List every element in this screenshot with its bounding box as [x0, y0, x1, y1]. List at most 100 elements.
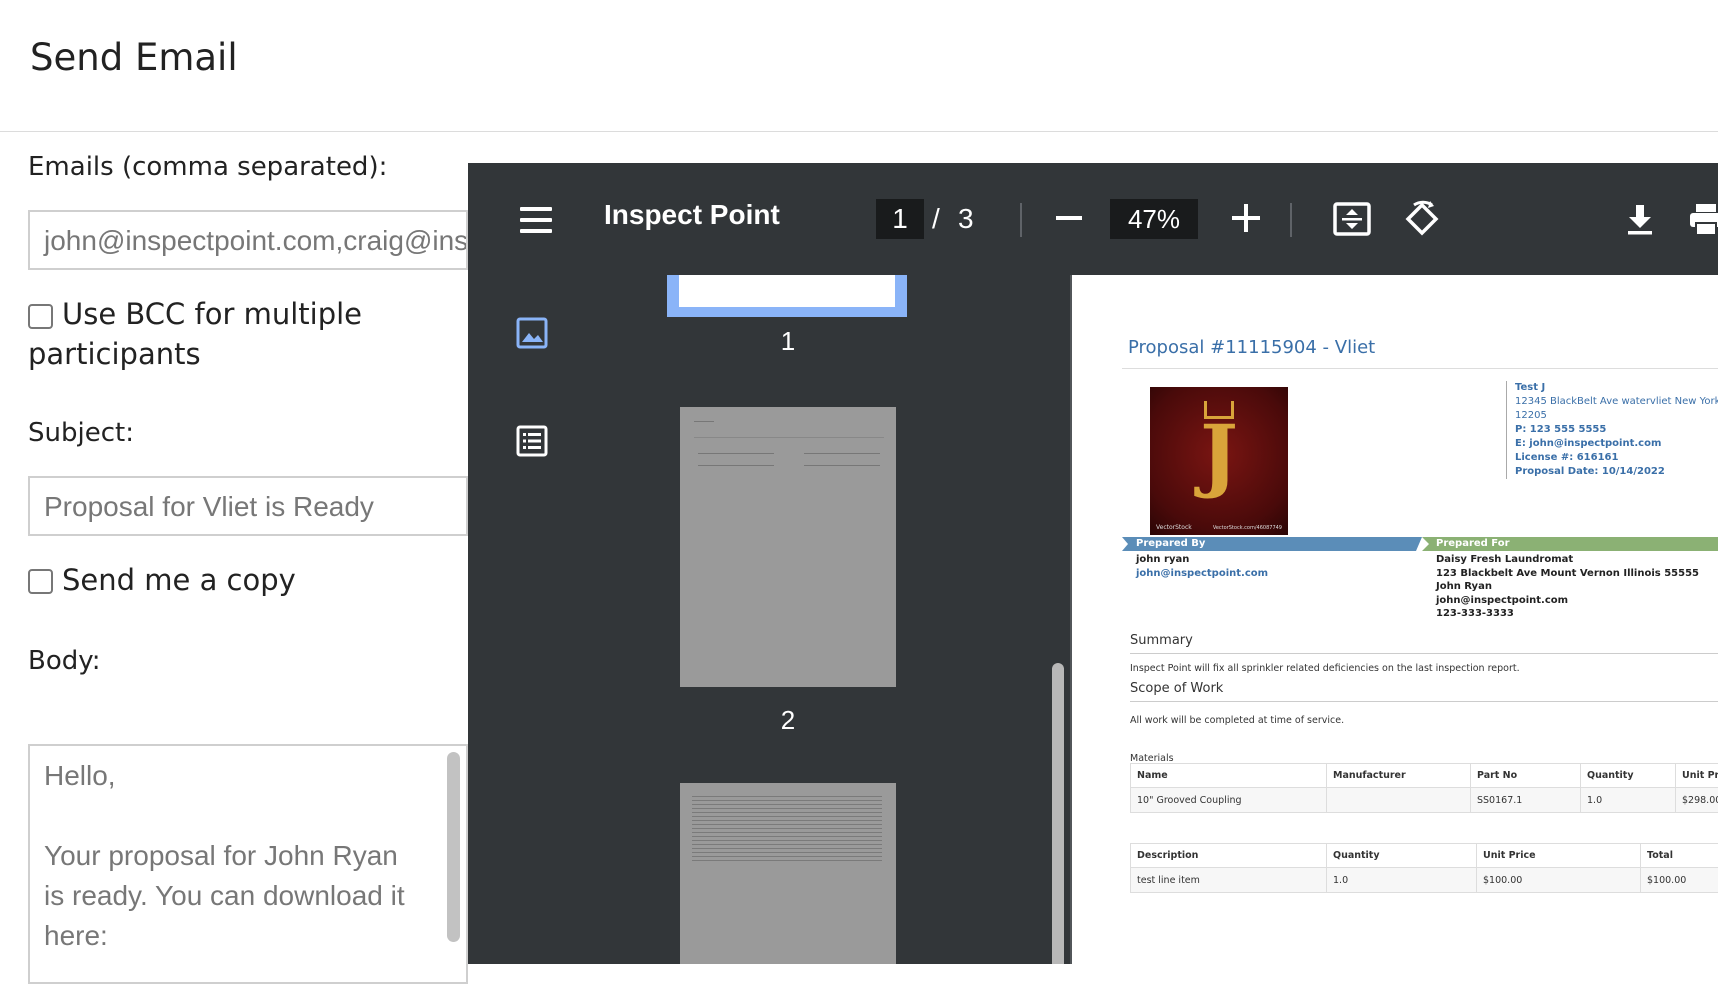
prepared-by-email[interactable]: john@inspectpoint.com [1136, 567, 1268, 581]
prepared-by-band: Prepared By [1122, 537, 1422, 551]
materials-table: Name Manufacturer Part No Quantity Unit … [1130, 763, 1718, 813]
bcc-checkbox[interactable] [28, 304, 53, 329]
table-cell: 1.0 [1581, 788, 1676, 813]
pdf-page: Proposal #11115904 - Vliet J VectorStock… [1072, 275, 1718, 964]
company-address: 12345 BlackBelt Ave watervliet New York [1515, 395, 1718, 409]
body-line: is ready. You can download it [44, 876, 452, 916]
proposal-title: Proposal #11115904 - Vliet [1128, 337, 1375, 358]
page-separator: / [932, 199, 940, 239]
summary-heading: Summary [1130, 633, 1193, 648]
body-line: here: [44, 916, 452, 956]
table-cell: $100.00 [1477, 868, 1641, 893]
thumbnail-panel: 1 2 [468, 275, 1038, 964]
zoom-out-button[interactable] [1056, 216, 1082, 220]
zoom-in-button[interactable] [1232, 204, 1260, 232]
logo-monogram: J [1150, 407, 1288, 501]
zoom-input[interactable]: 47% [1110, 199, 1198, 239]
company-license: License #: 616161 [1515, 451, 1718, 465]
pdf-scrollbar[interactable] [1052, 663, 1064, 964]
send-copy-label: Send me a copy [62, 560, 296, 600]
lines-col-description: Description [1131, 844, 1327, 868]
table-cell: SS0167.1 [1471, 788, 1581, 813]
pdf-viewer: Inspect Point 1 / 3 47% 1 [468, 163, 1718, 964]
subject-label: Subject: [28, 418, 134, 448]
thumbnail-page-1[interactable] [667, 275, 907, 317]
emails-input[interactable]: john@inspectpoint.com,craig@inspectpoint… [28, 210, 468, 270]
body-line: Your proposal for John Ryan [44, 836, 452, 876]
company-name: Test J [1515, 381, 1718, 395]
table-row: test line item 1.0 $100.00 $100.00 [1131, 868, 1718, 893]
divider [1130, 653, 1718, 654]
body-textarea[interactable]: Hello, Your proposal for John Ryanis read… [28, 744, 468, 984]
table-cell [1327, 788, 1471, 813]
emails-label: Emails (comma separated): [28, 152, 387, 182]
send-copy-checkbox[interactable] [28, 569, 53, 594]
body-label: Body: [28, 646, 101, 676]
materials-col-quantity: Quantity [1581, 764, 1676, 788]
total-pages: 3 [958, 199, 974, 239]
company-info: Test J 12345 BlackBelt Ave watervliet Ne… [1506, 381, 1718, 479]
lines-col-unit-price: Unit Price [1477, 844, 1641, 868]
download-icon[interactable] [1620, 199, 1660, 239]
subject-input[interactable]: Proposal for Vliet is Ready [28, 476, 468, 536]
body-line: Hello, [44, 756, 452, 796]
prepared-by-name: john ryan [1136, 553, 1268, 567]
materials-col-name: Name [1131, 764, 1327, 788]
summary-text: Inspect Point will fix all sprinkler rel… [1130, 663, 1520, 674]
bcc-label: Use BCC for multiple participants [62, 294, 362, 374]
prepared-for-address: 123 Blackbelt Ave Mount Vernon Illinois … [1436, 567, 1699, 581]
toolbar-divider [1290, 203, 1292, 237]
print-icon[interactable] [1686, 199, 1718, 239]
materials-col-unit-price: Unit Price [1676, 764, 1718, 788]
line-items-table: Description Quantity Unit Price Total te… [1130, 843, 1718, 893]
table-row: 10" Grooved Coupling SS0167.1 1.0 $298.0… [1131, 788, 1718, 813]
pdf-scroll-track [1038, 275, 1070, 964]
prepared-by-info: john ryan john@inspectpoint.com [1136, 553, 1268, 580]
thumbnail-page-3[interactable] [680, 783, 896, 964]
prepared-for-info: Daisy Fresh Laundromat 123 Blackbelt Ave… [1436, 553, 1699, 621]
logo-watermark: VectorStock [1156, 524, 1192, 531]
table-cell: 10" Grooved Coupling [1131, 788, 1327, 813]
bcc-label-line1: Use BCC for multiple [62, 294, 362, 334]
rotate-icon[interactable] [1402, 199, 1442, 239]
prepared-for-band: Prepared For [1422, 537, 1718, 551]
body-line [44, 796, 452, 836]
table-cell: test line item [1131, 868, 1327, 893]
prepared-for-email: john@inspectpoint.com [1436, 594, 1699, 608]
outline-view-icon[interactable] [516, 425, 548, 457]
thumbnail-page-2[interactable] [680, 407, 896, 687]
email-form: Emails (comma separated): john@inspectpo… [0, 132, 468, 964]
pdf-toolbar: Inspect Point 1 / 3 47% [468, 163, 1718, 275]
page-number-input[interactable]: 1 [876, 199, 924, 239]
menu-icon[interactable] [520, 207, 552, 233]
divider [1122, 368, 1718, 369]
materials-col-part-no: Part No [1471, 764, 1581, 788]
proposal-date: Proposal Date: 10/14/2022 [1515, 465, 1718, 479]
toolbar-divider [1020, 203, 1022, 237]
line-items-header-row: Description Quantity Unit Price Total [1131, 844, 1718, 868]
page-title: Send Email [30, 36, 238, 79]
company-phone: P: 123 555 5555 [1515, 423, 1718, 437]
body-scrollbar[interactable] [447, 752, 460, 942]
scope-heading: Scope of Work [1130, 681, 1223, 696]
lines-col-total: Total [1641, 844, 1718, 868]
company-zip: 12205 [1515, 409, 1718, 423]
materials-col-manufacturer: Manufacturer [1327, 764, 1471, 788]
bcc-label-line2: participants [28, 334, 362, 374]
materials-header-row: Name Manufacturer Part No Quantity Unit … [1131, 764, 1718, 788]
thumbnail-2-label: 2 [768, 705, 808, 736]
fit-page-icon[interactable] [1332, 199, 1372, 239]
pdf-title: Inspect Point [604, 199, 780, 231]
table-cell: $298.00 [1676, 788, 1718, 813]
table-cell: 1.0 [1327, 868, 1477, 893]
thumbnail-1-label: 1 [768, 326, 808, 357]
logo-watermark-url: VectorStock.com/46087749 [1213, 525, 1282, 531]
prepared-for-phone: 123-333-3333 [1436, 607, 1699, 621]
company-email: E: john@inspectpoint.com [1515, 437, 1718, 451]
divider [1130, 701, 1718, 702]
prepared-for-company: Daisy Fresh Laundromat [1436, 553, 1699, 567]
lines-col-quantity: Quantity [1327, 844, 1477, 868]
thumbnails-view-icon[interactable] [516, 317, 548, 349]
prepared-for-contact: John Ryan [1436, 580, 1699, 594]
header-bar: Send Email [0, 0, 1718, 132]
